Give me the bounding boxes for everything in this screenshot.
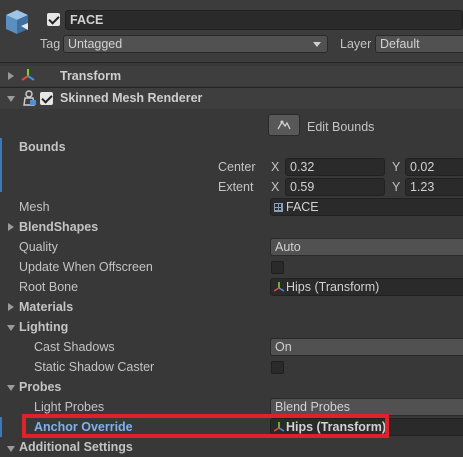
anchor-selection-bar — [0, 417, 2, 437]
divider — [0, 62, 463, 63]
probes-label[interactable]: Probes — [19, 377, 61, 397]
cast-shadows-label: Cast Shadows — [34, 340, 115, 354]
transform-axes-icon — [21, 68, 35, 82]
tag-value: Untagged — [68, 37, 123, 51]
root-bone-label: Root Bone — [19, 280, 79, 294]
blendshapes-label[interactable]: BlendShapes — [19, 217, 98, 237]
extent-y-field[interactable]: 1.23 — [405, 178, 463, 196]
quality-dropdown[interactable]: Auto — [270, 238, 463, 256]
static-shadow-label: Static Shadow Caster — [34, 360, 155, 374]
bounds-label: Bounds — [19, 140, 66, 154]
edit-bounds-label: Edit Bounds — [307, 120, 375, 134]
lighting-label[interactable]: Lighting — [19, 317, 68, 337]
root-bone-field[interactable]: Hips (Transform) — [270, 278, 463, 296]
edit-bounds-icon — [277, 120, 291, 130]
center-x-label: X — [271, 160, 280, 174]
center-y-label: Y — [392, 160, 401, 174]
transform-foldout-arrow[interactable] — [8, 72, 14, 80]
additional-settings-foldout-arrow[interactable] — [7, 446, 15, 452]
center-label: Center — [218, 160, 256, 174]
highlight-annotation-box — [22, 414, 389, 438]
update-offscreen-label: Update When Offscreen — [19, 260, 153, 274]
tag-label: Tag — [40, 37, 61, 51]
mesh-grid-icon — [274, 203, 283, 212]
smr-title: Skinned Mesh Renderer — [60, 91, 203, 105]
active-checkbox[interactable] — [47, 13, 60, 26]
update-offscreen-checkbox[interactable] — [271, 261, 284, 274]
object-name-field[interactable]: FACE — [65, 10, 463, 30]
quality-label: Quality — [19, 240, 58, 254]
tag-dropdown[interactable]: Untagged — [63, 35, 328, 53]
center-x-field[interactable]: 0.32 — [285, 158, 385, 176]
lighting-foldout-arrow[interactable] — [7, 325, 15, 331]
skinned-mesh-icon — [21, 90, 37, 106]
cast-shadows-value: On — [275, 340, 292, 354]
transform-title: Transform — [60, 69, 122, 83]
layer-value: Default — [380, 37, 420, 51]
mesh-label: Mesh — [19, 200, 50, 214]
bone-icon — [273, 280, 285, 295]
layer-dropdown[interactable]: Default — [375, 35, 463, 53]
extent-label: Extent — [218, 180, 254, 194]
materials-foldout-arrow[interactable] — [8, 303, 14, 311]
static-shadow-checkbox[interactable] — [271, 361, 284, 374]
layer-label: Layer — [340, 37, 372, 51]
additional-settings-label[interactable]: Additional Settings — [19, 437, 133, 457]
smr-foldout-arrow[interactable] — [7, 96, 15, 102]
extent-x-field[interactable]: 0.59 — [285, 178, 385, 196]
materials-label[interactable]: Materials — [19, 297, 73, 317]
mesh-field[interactable]: FACE — [270, 198, 463, 216]
chevron-down-icon — [313, 42, 321, 47]
light-probes-value: Blend Probes — [275, 400, 351, 414]
root-bone-value: Hips (Transform) — [286, 280, 380, 294]
extent-x-label: X — [271, 180, 280, 194]
extent-y-label: Y — [392, 180, 401, 194]
edit-bounds-button[interactable] — [268, 114, 300, 136]
smr-enabled-checkbox[interactable] — [40, 92, 53, 105]
center-y-field[interactable]: 0.02 — [405, 158, 463, 176]
probes-foldout-arrow[interactable] — [7, 385, 15, 391]
quality-value: Auto — [275, 240, 301, 254]
bounds-selection-bar — [0, 138, 2, 192]
gameobject-cube-icon — [4, 8, 30, 36]
cast-shadows-dropdown[interactable]: On — [270, 338, 463, 356]
mesh-value: FACE — [286, 200, 319, 214]
blendshapes-foldout-arrow[interactable] — [8, 223, 14, 231]
